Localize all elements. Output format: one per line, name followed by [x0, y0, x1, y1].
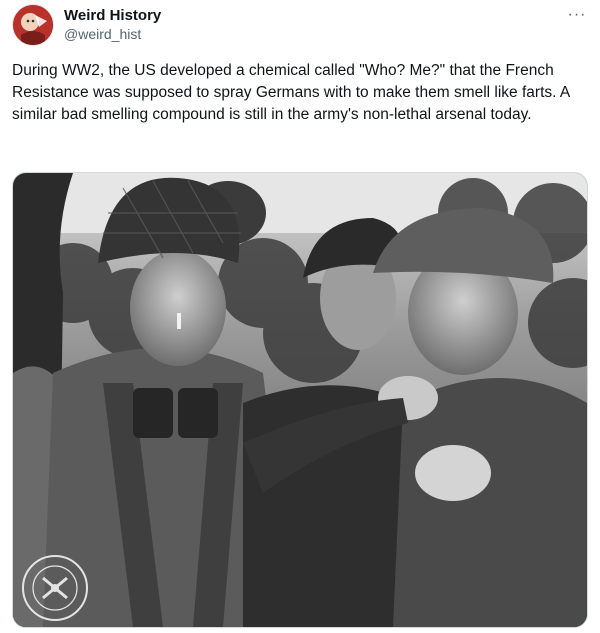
wwii-soldiers-photo [13, 173, 587, 627]
signal-corps-seal [22, 555, 88, 621]
tweet-header: Weird History @weird_hist ··· [12, 4, 588, 48]
weird-history-logo-icon [13, 5, 53, 45]
more-options-icon[interactable]: ··· [566, 4, 588, 26]
tweet-text: During WW2, the US developed a chemical … [12, 62, 570, 123]
display-name[interactable]: Weird History [64, 6, 161, 25]
tweet-photo[interactable] [12, 172, 588, 628]
user-handle[interactable]: @weird_hist [64, 25, 161, 43]
author-names: Weird History @weird_hist [64, 6, 161, 43]
avatar[interactable] [12, 4, 54, 46]
